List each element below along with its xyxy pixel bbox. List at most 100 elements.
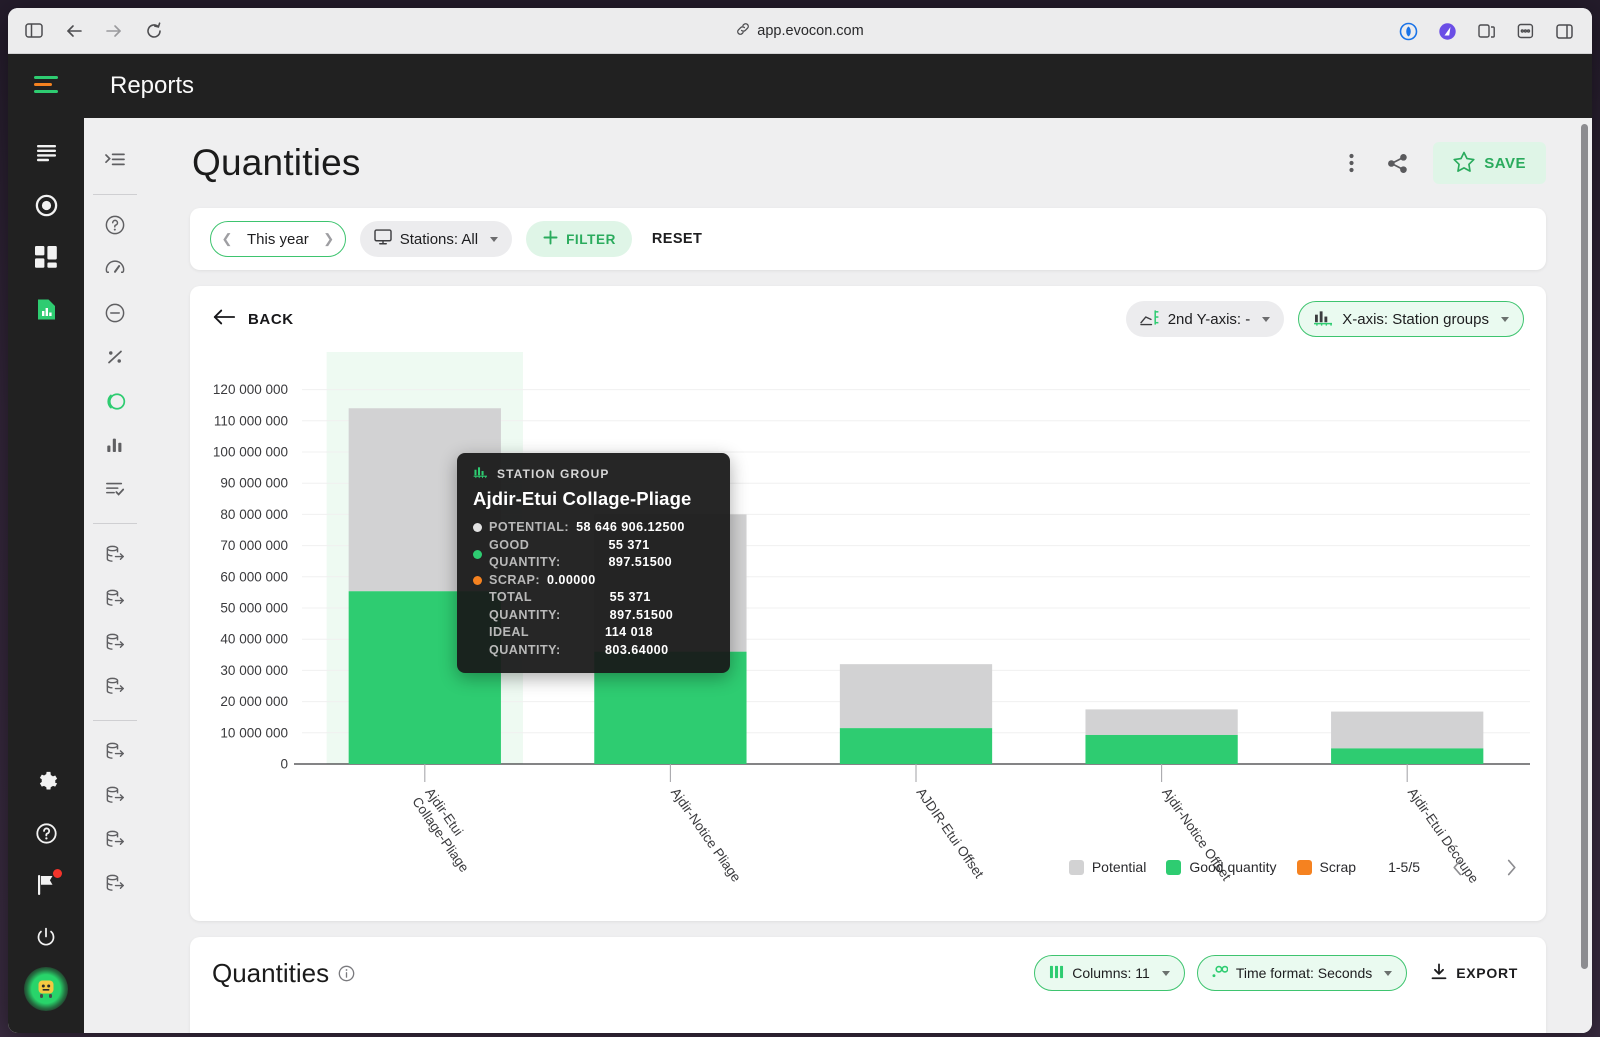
legend-label: Good quantity: [1189, 859, 1276, 875]
bar-segment-potential[interactable]: [1331, 712, 1483, 749]
date-next-icon[interactable]: ❯: [319, 231, 339, 247]
bar-segment-good-quantity[interactable]: [840, 728, 992, 764]
extension-icon[interactable]: [1437, 21, 1457, 41]
data-export-icon-4[interactable]: [95, 666, 135, 706]
tooltip-row-label: SCRAP:: [489, 572, 540, 590]
columns-selector[interactable]: Columns: 11: [1034, 955, 1185, 991]
tooltip-dot: [473, 576, 482, 585]
report-oee-icon[interactable]: [95, 249, 135, 289]
pagination-prev-button[interactable]: [1440, 850, 1474, 884]
quantities-bar-chart[interactable]: 010 000 00020 000 00030 000 00040 000 00…: [190, 352, 1546, 892]
data-export-icon-8[interactable]: [95, 863, 135, 903]
stations-filter[interactable]: Stations: All: [360, 221, 512, 257]
data-export-icon-1[interactable]: [95, 534, 135, 574]
avatar[interactable]: [24, 967, 68, 1011]
tooltip-row-value: 58 646 906.12500: [576, 519, 685, 537]
x-axis-selector[interactable]: X-axis: Station groups: [1298, 301, 1524, 337]
data-export-icon-6[interactable]: [95, 775, 135, 815]
tooltip-kicker: STATION GROUP: [473, 466, 714, 482]
sidebar-item-record[interactable]: [24, 183, 68, 227]
legend-items: Potential Good quantity Scrap: [1069, 859, 1356, 875]
reports-navigation-rail: [84, 118, 146, 1033]
browser-window: app.evocon.com: [8, 8, 1592, 1033]
back-button-label: BACK: [248, 311, 294, 328]
page-scrollbar[interactable]: [1581, 124, 1588, 969]
share-icon[interactable]: [1515, 21, 1535, 41]
filter-bar: ❮ This year ❯ Stations: All: [190, 208, 1546, 270]
save-button[interactable]: SAVE: [1433, 142, 1546, 184]
export-button[interactable]: EXPORT: [1421, 963, 1528, 983]
bar-segment-potential[interactable]: [1085, 709, 1237, 735]
tab-overview-icon[interactable]: [1476, 21, 1496, 41]
bar-segment-good-quantity[interactable]: [1085, 735, 1237, 764]
reload-icon[interactable]: [144, 21, 164, 41]
rail-divider-3: [93, 720, 137, 721]
chart-toolbar: BACK: [190, 286, 1546, 352]
data-export-icon-5[interactable]: [95, 731, 135, 771]
legend-item-scrap[interactable]: Scrap: [1297, 859, 1357, 875]
monitor-icon: [374, 229, 392, 249]
add-filter-button[interactable]: FILTER: [526, 221, 632, 257]
desktop-background: app.evocon.com: [0, 0, 1600, 1037]
share-icon[interactable]: [1377, 143, 1417, 183]
y-axis-tick-label: 20 000 000: [220, 694, 288, 709]
report-performance-icon[interactable]: [95, 337, 135, 377]
columns-label: Columns: 11: [1072, 965, 1150, 981]
sidebar-item-settings[interactable]: [24, 759, 68, 803]
legend-item-potential[interactable]: Potential: [1069, 859, 1146, 875]
export-label: EXPORT: [1456, 965, 1518, 981]
report-checklists-icon[interactable]: [95, 469, 135, 509]
report-quantities-icon[interactable]: [95, 381, 135, 421]
evocon-logo-icon[interactable]: [33, 74, 59, 101]
app-header: Reports: [84, 54, 1592, 118]
sidebar-item-dashboard[interactable]: [24, 235, 68, 279]
legend-item-good-quantity[interactable]: Good quantity: [1166, 859, 1276, 875]
download-icon: [1431, 963, 1447, 983]
date-range-selector[interactable]: ❮ This year ❯: [210, 221, 346, 257]
forward-arrow-icon[interactable]: [104, 21, 124, 41]
bar-segment-good-quantity[interactable]: [1331, 748, 1483, 764]
pagination-next-button[interactable]: [1494, 850, 1528, 884]
chart-plot-area: 010 000 00020 000 00030 000 00040 000 00…: [190, 352, 1546, 892]
data-export-icon-7[interactable]: [95, 819, 135, 859]
sidebar-item-notifications[interactable]: [24, 863, 68, 907]
back-button[interactable]: BACK: [212, 308, 294, 330]
axis-bars-icon: [1313, 309, 1334, 330]
sidebar-item-reports[interactable]: [24, 287, 68, 331]
legend-label: Potential: [1092, 859, 1146, 875]
second-y-axis-selector[interactable]: 2nd Y-axis: -: [1126, 301, 1285, 337]
info-icon[interactable]: [338, 965, 355, 982]
sidebar-item-help[interactable]: [24, 811, 68, 855]
report-downtime-icon[interactable]: [95, 293, 135, 333]
time-format-selector[interactable]: Time format: Seconds: [1197, 955, 1407, 991]
reset-button[interactable]: RESET: [646, 231, 708, 247]
expand-menu-icon[interactable]: [95, 140, 135, 180]
report-production-icon[interactable]: [95, 425, 135, 465]
back-arrow-icon[interactable]: [64, 21, 84, 41]
tooltip-dot: [473, 550, 482, 559]
plus-icon: [542, 229, 559, 249]
data-export-icon-3[interactable]: [95, 622, 135, 662]
chevron-down-icon: [1501, 317, 1509, 322]
shield-icon[interactable]: [1398, 21, 1418, 41]
legend-label: Scrap: [1320, 859, 1357, 875]
report-overview-icon[interactable]: [95, 205, 135, 245]
date-prev-icon[interactable]: ❮: [217, 231, 237, 247]
tooltip-row: TOTAL QUANTITY:55 371 897.51500: [473, 589, 714, 624]
sidebar-item-logout[interactable]: [24, 915, 68, 959]
panel-icon[interactable]: [1554, 21, 1574, 41]
data-export-icon-2[interactable]: [95, 578, 135, 618]
star-icon: [1453, 151, 1475, 176]
y-axis-tick-label: 90 000 000: [220, 476, 288, 491]
chevron-down-icon: [490, 237, 498, 242]
y-axis-tick-label: 30 000 000: [220, 663, 288, 678]
more-options-icon[interactable]: [1331, 143, 1371, 183]
bar-segment-potential[interactable]: [840, 664, 992, 728]
sidebar-item-list[interactable]: [24, 131, 68, 175]
tooltip-row-value: 55 371 897.51500: [610, 589, 714, 624]
address-bar[interactable]: app.evocon.com: [8, 8, 1592, 54]
sidebar-toggle-icon[interactable]: [24, 21, 44, 41]
tooltip-row: SCRAP:0.00000: [473, 572, 714, 590]
x-axis-category-label: Ajdir-EtuiCollage-Pliage: [409, 785, 485, 875]
stations-filter-label: Stations: All: [400, 231, 478, 248]
